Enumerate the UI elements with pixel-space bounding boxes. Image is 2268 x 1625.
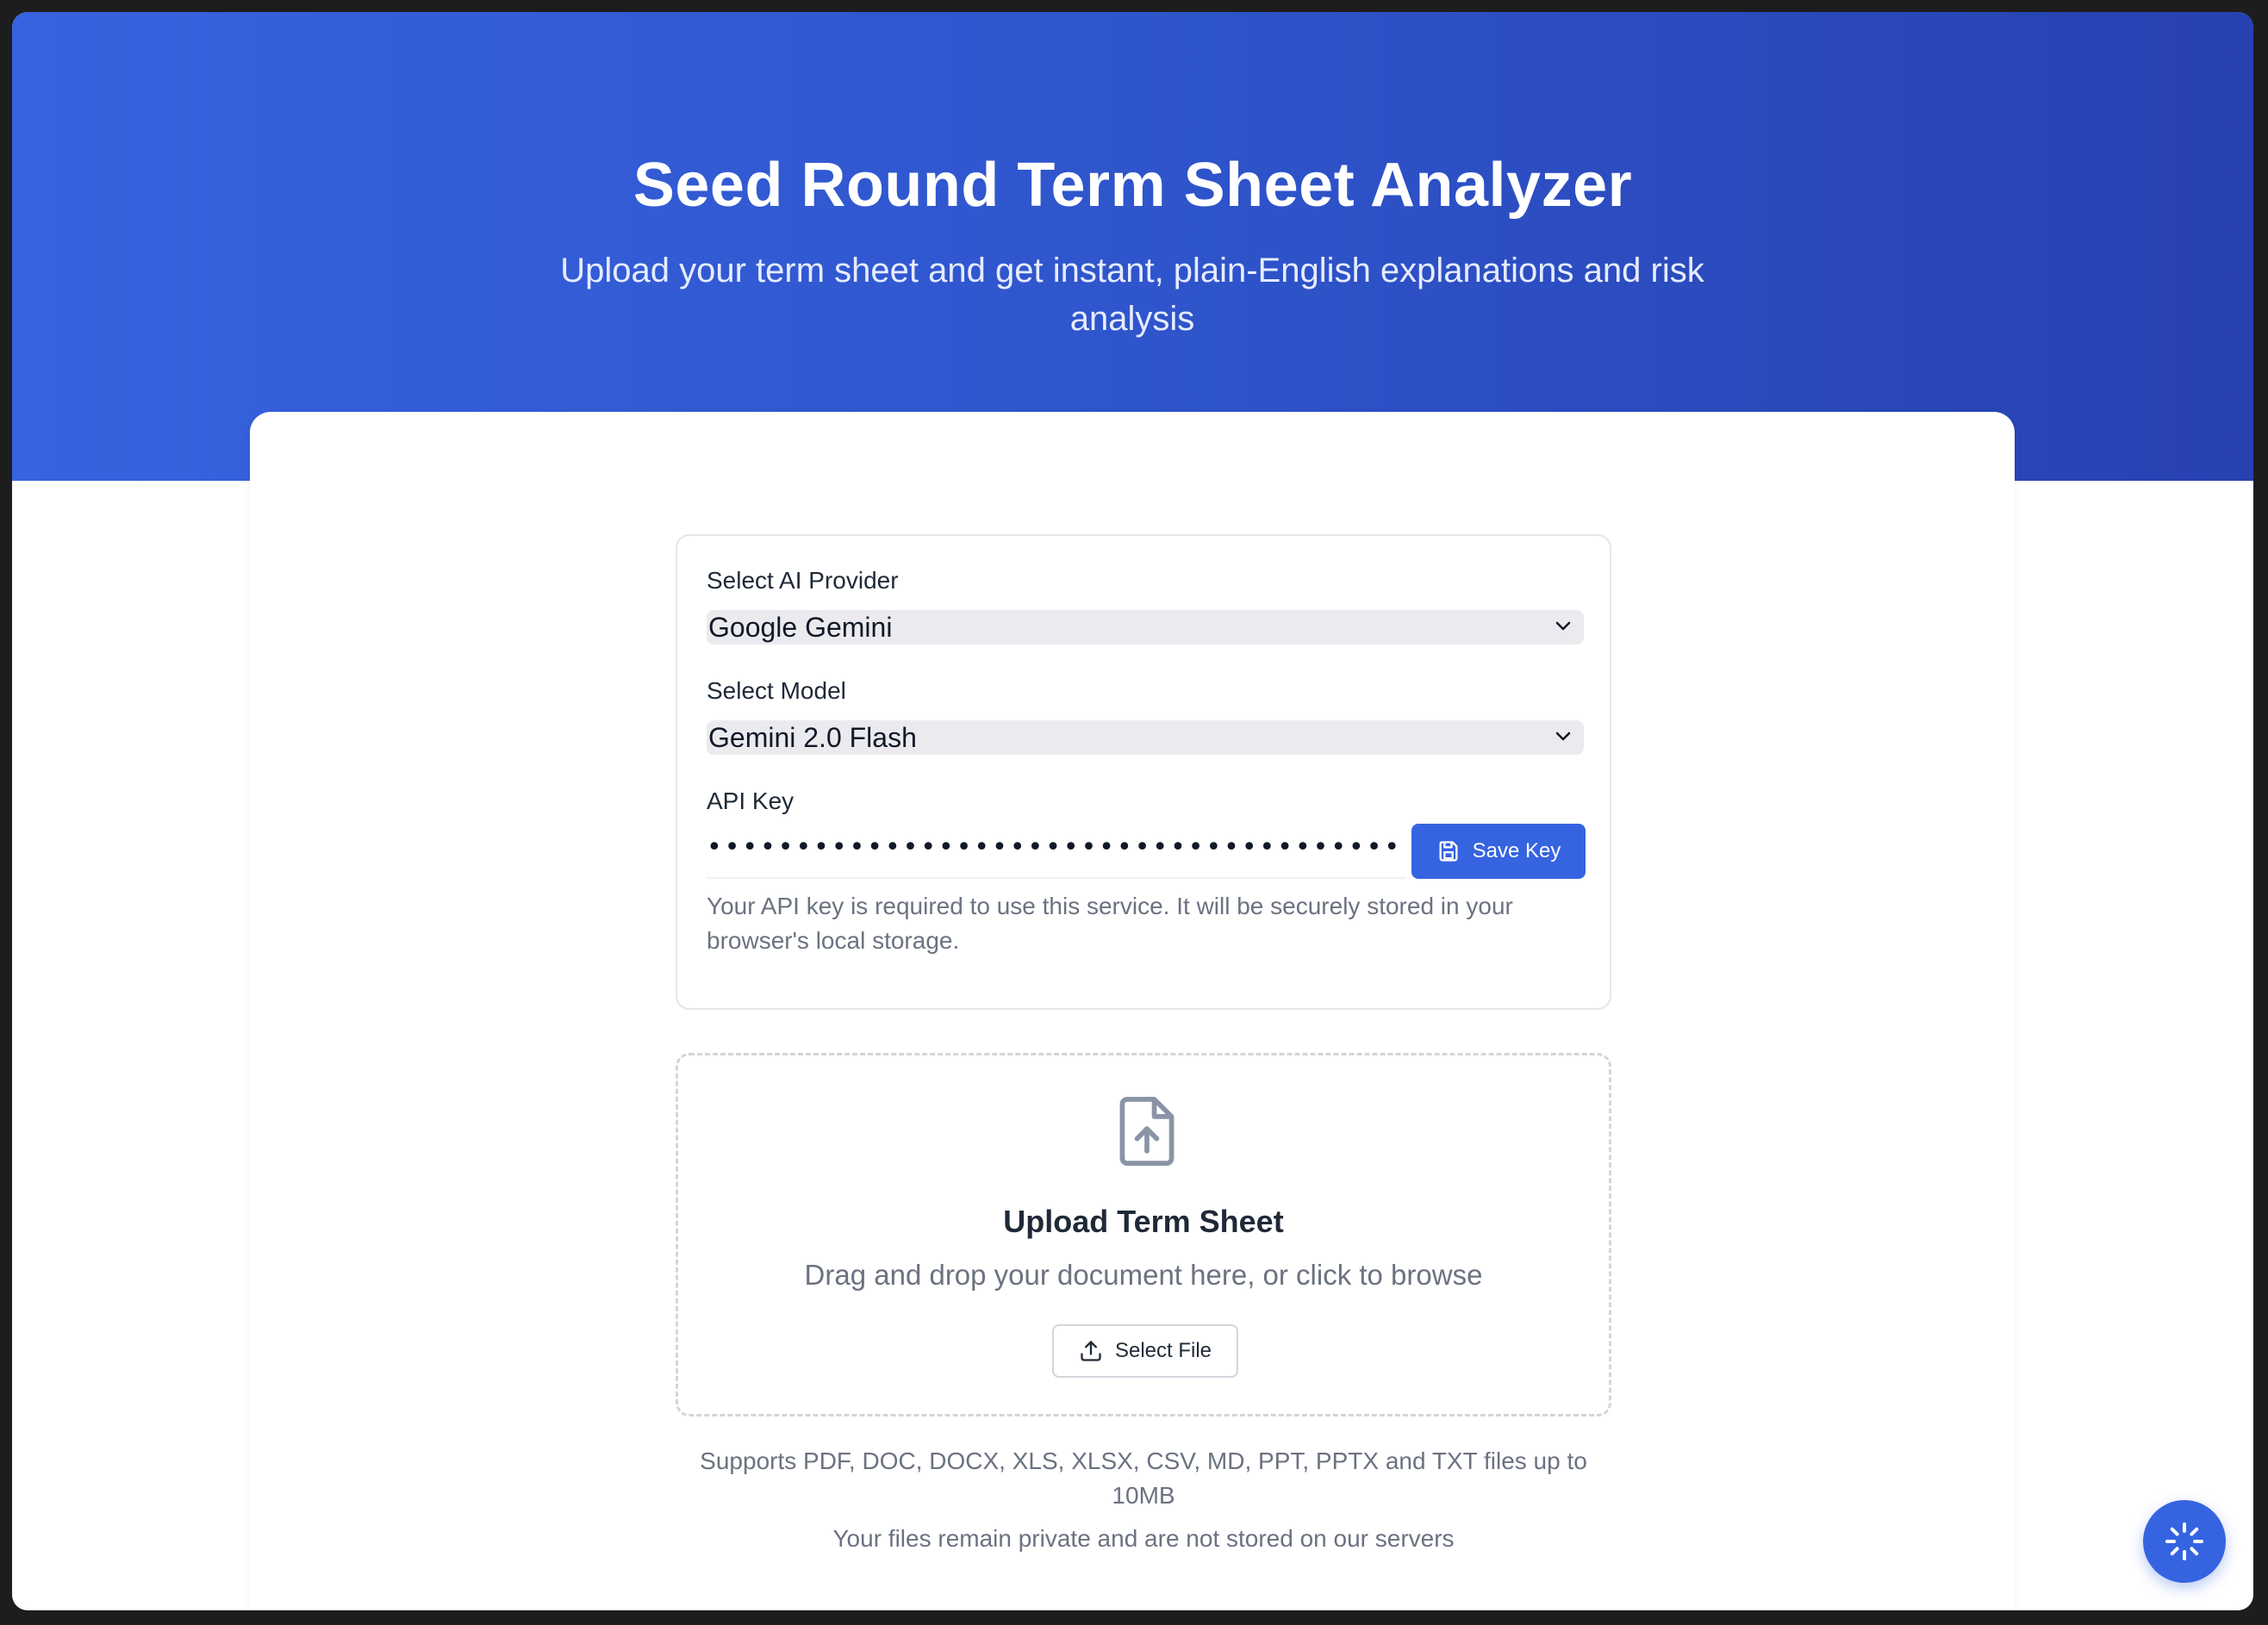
api-key-input[interactable]: ••••••••••••••••••••••••••••••••••••••• — [707, 824, 1406, 879]
upload-title: Upload Term Sheet — [1003, 1204, 1284, 1239]
upload-dropzone[interactable]: Upload Term Sheet Drag and drop your doc… — [676, 1053, 1611, 1416]
supported-formats-text: Supports PDF, DOC, DOCX, XLS, XLSX, CSV,… — [700, 1448, 1587, 1509]
settings-panel: Select AI Provider Google Gemini Select … — [676, 534, 1611, 1010]
app-window: Seed Round Term Sheet Analyzer Upload yo… — [12, 12, 2253, 1610]
model-select[interactable]: Gemini 2.0 Flash — [707, 720, 1584, 755]
upload-icon — [1081, 1341, 1101, 1361]
model-select-value: Gemini 2.0 Flash — [708, 722, 917, 753]
privacy-text: Your files remain private and are not st… — [832, 1525, 1455, 1552]
chevron-down-icon — [1555, 732, 1571, 741]
provider-select[interactable]: Google Gemini — [707, 610, 1584, 644]
provider-select-value: Google Gemini — [708, 612, 893, 643]
page-subtitle: Upload your term sheet and get instant, … — [560, 252, 1704, 338]
upload-subtitle: Drag and drop your document here, or cli… — [804, 1259, 1483, 1291]
hero-banner: Seed Round Term Sheet Analyzer Upload yo… — [12, 12, 2253, 481]
save-key-button[interactable]: Save Key — [1411, 824, 1586, 879]
chevron-down-icon — [1555, 621, 1571, 631]
provider-label: Select AI Provider — [707, 567, 899, 594]
api-key-helper-text: Your API key is required to use this ser… — [707, 893, 1513, 954]
model-label: Select Model — [707, 677, 846, 704]
save-key-label: Save Key — [1472, 839, 1561, 862]
api-key-label: API Key — [707, 788, 794, 814]
select-file-button[interactable]: Select File — [1052, 1324, 1238, 1378]
select-file-label: Select File — [1114, 1339, 1212, 1362]
page-title: Seed Round Term Sheet Analyzer — [632, 151, 1633, 220]
save-icon — [1439, 841, 1458, 862]
file-upload-icon — [1119, 1097, 1174, 1166]
main-card: Select AI Provider Google Gemini Select … — [250, 412, 2015, 1610]
loader-icon — [2165, 1522, 2203, 1560]
loader-fab-button[interactable] — [2143, 1500, 2226, 1583]
api-key-value: ••••••••••••••••••••••••••••••••••••••• — [707, 832, 1403, 862]
